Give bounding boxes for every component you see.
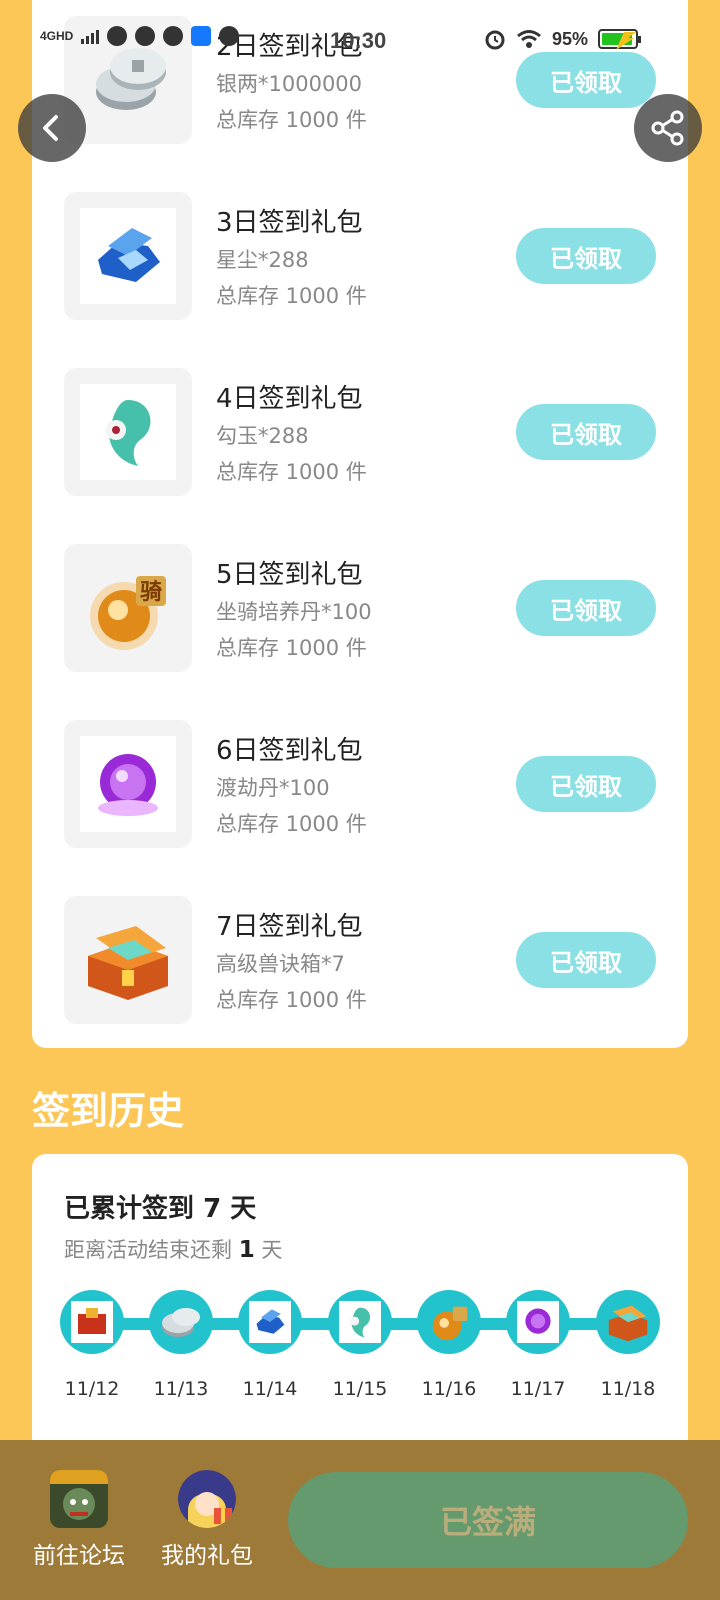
claimed-button[interactable]: 已领取 [516,228,656,284]
timeline-date: 11/17 [510,1378,566,1400]
gift-stock: 总库存 1000 件 [216,460,367,484]
red-pack-icon [71,1301,113,1343]
timeline-node-2 [149,1290,213,1354]
claimed-button[interactable]: 已领取 [516,580,656,636]
game-avatar-icon [50,1470,108,1528]
timeline-date: 11/16 [421,1378,477,1400]
timeline-node-7 [596,1290,660,1354]
magatama-jade-icon [106,400,151,466]
gift-thumb [64,896,192,1024]
status-bar: 4GHD 10:30 95% [0,0,720,82]
forum-label: 前往论坛 [33,1543,125,1569]
magatama-jade-icon [339,1301,381,1343]
my-gifts-label: 我的礼包 [161,1543,253,1569]
gift-title: 4日签到礼包 [216,384,363,414]
gift-desc: 高级兽诀箱*7 [216,952,345,976]
gift-row-day7: 7日签到礼包 高级兽诀箱*7 总库存 1000 件 已领取 [32,896,688,1024]
my-gifts-button[interactable]: 我的礼包 [142,1470,272,1570]
remaining-days-text: 距离活动结束还剩 1 天 [64,1237,283,1263]
forum-button[interactable]: 前往论坛 [14,1470,144,1570]
gift-stock: 总库存 1000 件 [216,284,367,308]
gift-stock: 总库存 1000 件 [216,812,367,836]
gift-stock: 总库存 1000 件 [216,636,367,660]
gift-desc: 坐骑培养丹*100 [216,600,372,624]
timeline-date: 11/12 [64,1378,120,1400]
gift-stock: 总库存 1000 件 [216,988,367,1012]
history-card: 已累计签到 7 天 距离活动结束还剩 1 天 11/12 11/13 11/14… [32,1154,688,1474]
share-icon [651,110,684,146]
gift-avatar-icon [178,1470,236,1528]
timeline-node-3 [238,1290,302,1354]
gift-thumb [64,192,192,320]
blue-crystal-chest-icon [98,228,160,282]
battery-percent: 95% [551,28,588,49]
gift-title: 5日签到礼包 [216,560,363,590]
app-notification-icon [107,26,128,46]
gift-stock: 总库存 1000 件 [216,108,367,132]
alarm-icon [485,30,505,50]
clock: 10:30 [330,28,387,53]
gift-title: 7日签到礼包 [216,912,363,942]
wifi-icon [517,30,541,48]
checkin-full-button[interactable]: 已签满 [288,1472,688,1568]
app-notification-icon-2 [219,26,240,46]
claimed-button[interactable]: 已领取 [516,932,656,988]
total-checkin-text: 已累计签到 7 天 [64,1194,257,1224]
timeline-date: 11/18 [600,1378,656,1400]
gift-row-day5: 骑 5日签到礼包 坐骑培养丹*100 总库存 1000 件 已领取 [32,544,688,672]
mount-badge-text: 骑 [140,580,162,605]
timeline-node-6 [506,1290,570,1354]
search-notification-icon [135,26,156,46]
treasure-chest-icon [608,1305,648,1342]
timeline-node-5 [417,1290,481,1354]
gift-list-card: 2日签到礼包 银两*1000000 总库存 1000 件 已领取 3日签到礼包 … [32,0,688,1048]
claimed-button[interactable]: 已领取 [516,404,656,460]
mount-pill-icon [432,1306,468,1341]
timeline-node-4 [328,1290,392,1354]
timeline-date: 11/14 [242,1378,298,1400]
mount-pill-icon: 骑 [90,576,166,650]
gift-title: 3日签到礼包 [216,208,363,238]
gift-thumb [64,368,192,496]
bluetooth-notification-icon [191,26,212,46]
status-left-icons: 4GHD [40,26,240,46]
charging-icon [616,32,636,50]
gift-thumb: 骑 [64,544,192,672]
qq-notification-icon [163,26,184,46]
signal-icon [81,28,100,44]
claimed-button[interactable]: 已领取 [516,756,656,812]
gift-row-day6: 6日签到礼包 渡劫丹*100 总库存 1000 件 已领取 [32,720,688,848]
gift-row-day4: 4日签到礼包 勾玉*288 总库存 1000 件 已领取 [32,368,688,496]
remaining-days: 1 [238,1237,255,1263]
gift-desc: 星尘*288 [216,248,309,272]
back-button[interactable] [18,94,86,162]
share-button[interactable] [634,94,702,162]
network-type: 4GHD [40,29,74,43]
blue-crystal-chest-icon [249,1301,291,1343]
timeline-date: 11/15 [332,1378,388,1400]
bottom-bar: 前往论坛 我的礼包 已签满 [0,1440,720,1600]
gift-desc: 勾玉*288 [216,424,309,448]
total-days: 7 [203,1194,222,1224]
timeline-node-1 [60,1290,124,1354]
gift-thumb [64,720,192,848]
gift-row-day3: 3日签到礼包 星尘*288 总库存 1000 件 已领取 [32,192,688,320]
gift-title: 6日签到礼包 [216,736,363,766]
gift-desc: 渡劫丹*100 [216,776,330,800]
history-title: 签到历史 [32,1089,185,1133]
timeline-date: 11/13 [153,1378,209,1400]
silver-coin-icon [162,1308,200,1337]
chevron-left-icon [43,115,58,141]
treasure-chest-icon [88,926,168,1000]
purple-orb-icon [517,1301,559,1343]
purple-orb-icon [98,754,158,816]
